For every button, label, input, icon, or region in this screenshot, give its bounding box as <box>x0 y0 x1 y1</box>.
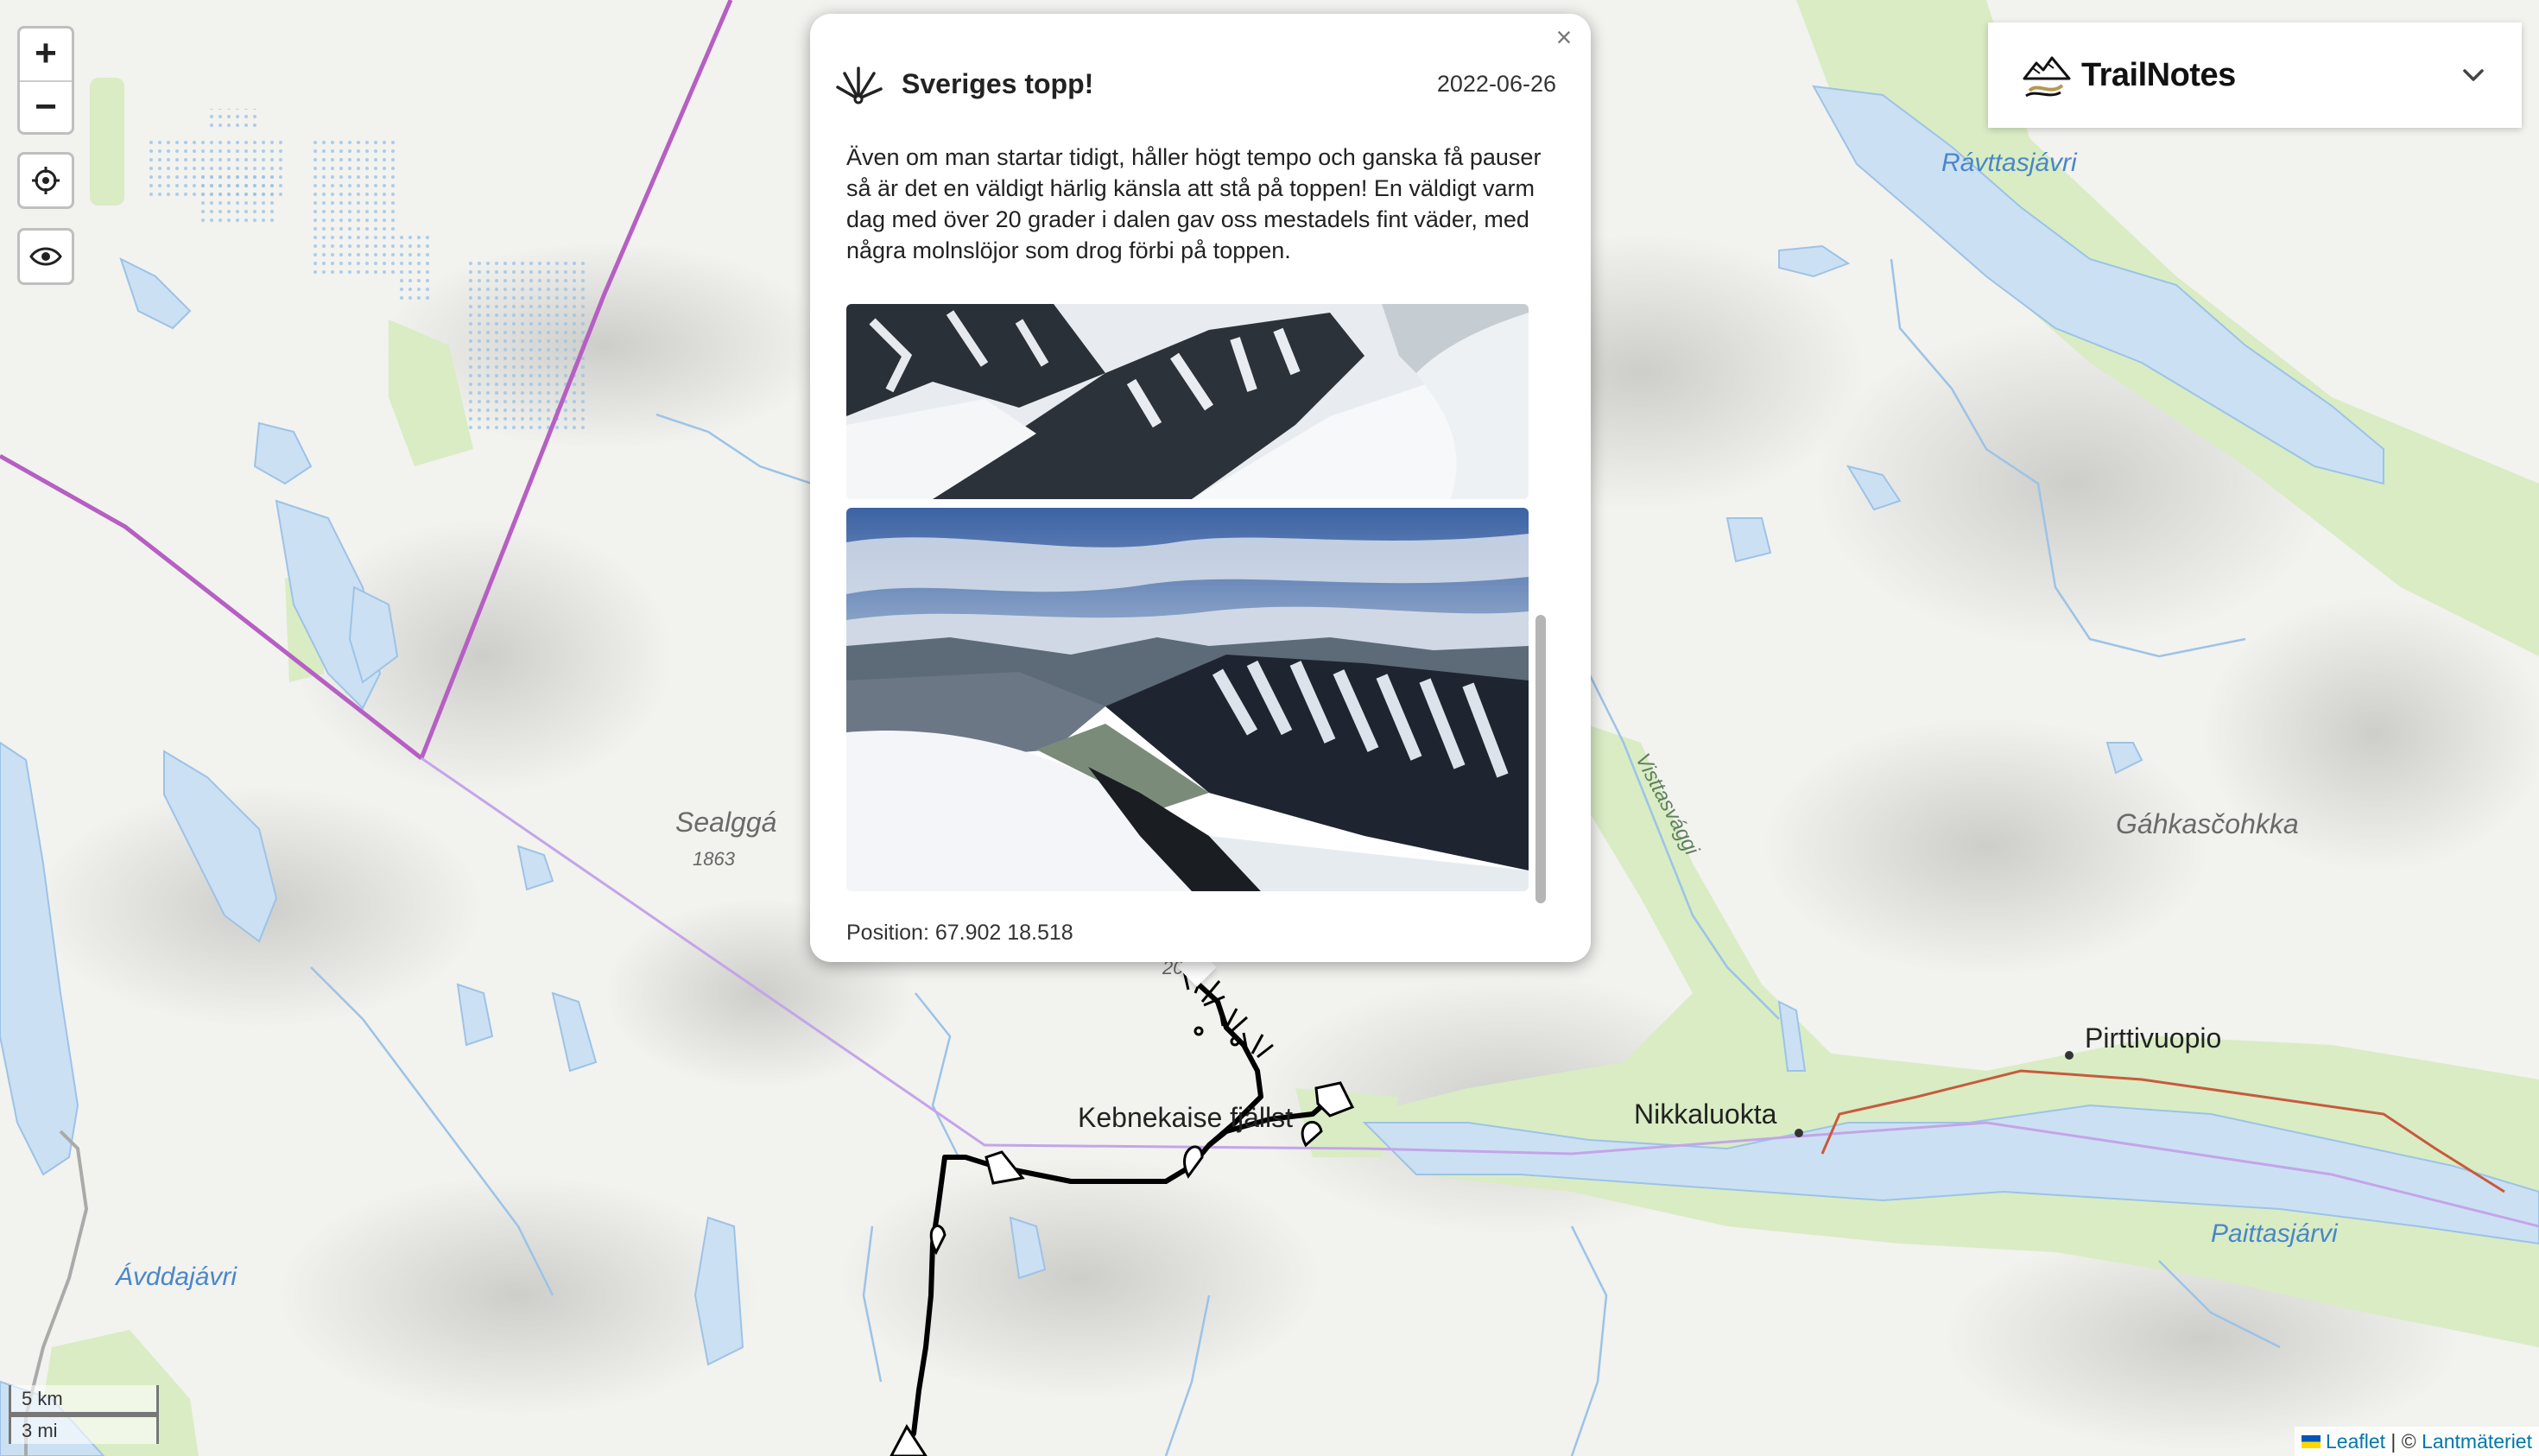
app-panel: TrailNotes <box>1988 22 2522 128</box>
hiker-mountain-icon <box>2023 56 2071 98</box>
visibility-toggle-button[interactable] <box>17 228 74 285</box>
note-popup: × Sveriges topp! 2022-06-26 Även om man … <box>810 14 1591 962</box>
attribution-separator: | © <box>2385 1430 2422 1453</box>
map-attribution: Leaflet | © Lantmäteriet <box>2294 1427 2539 1456</box>
chevron-down-icon[interactable] <box>2458 60 2489 91</box>
zoom-control: + − <box>17 26 74 135</box>
label-sealgga: Sealggá <box>675 807 777 838</box>
label-ravttasjavri: Rávttasjávri <box>1941 149 2077 177</box>
popup-header: Sveriges topp! 2022-06-26 <box>833 55 1556 112</box>
photo-valley-view[interactable] <box>846 508 1529 891</box>
photo-image <box>846 508 1529 891</box>
zoom-out-button[interactable]: − <box>20 80 72 132</box>
photo-mountain-ridge[interactable] <box>846 304 1529 499</box>
crosshair-icon <box>32 167 60 194</box>
label-sealgga-elevation: 1863 <box>693 848 735 870</box>
label-pirttivuopio: Pirttivuopio <box>2085 1022 2222 1054</box>
scale-imperial: 3 mi <box>9 1415 159 1444</box>
scale-metric: 5 km <box>9 1385 159 1415</box>
ukraine-flag-icon <box>2301 1434 2321 1448</box>
photo-gallery[interactable] <box>846 304 1558 905</box>
popup-title: Sveriges topp! <box>902 67 1094 99</box>
popup-date: 2022-06-26 <box>1436 70 1556 97</box>
label-gahkascohkka: Gáhkasčohkka <box>2116 808 2299 839</box>
zoom-in-button[interactable]: + <box>20 28 72 80</box>
map-scale: 5 km 3 mi <box>9 1385 159 1447</box>
photo-image <box>846 304 1529 499</box>
eye-icon <box>29 247 62 266</box>
label-nikkaluokta: Nikkaluokta <box>1634 1098 1777 1130</box>
locate-button[interactable] <box>17 152 74 209</box>
label-paittasjavri: Paittasjárvi <box>2211 1219 2338 1248</box>
popup-position: Position: 67.902 18.518 <box>846 921 1073 945</box>
label-kebnekaise: Kebnekaise fjällst <box>1078 1102 1294 1133</box>
lantmateriet-link[interactable]: Lantmäteriet <box>2422 1427 2532 1456</box>
popup-close-button[interactable]: × <box>1549 22 1579 52</box>
app-title: TrailNotes <box>2081 56 2236 93</box>
scrollbar-thumb[interactable] <box>1535 615 1546 903</box>
leaflet-link[interactable]: Leaflet <box>2326 1427 2385 1456</box>
summit-burst-icon <box>836 66 883 104</box>
label-avddajavri: Ávddajávri <box>116 1263 237 1291</box>
popup-body-text: Även om man startar tidigt, håller högt … <box>846 144 1542 263</box>
gallery-scrollbar[interactable] <box>1532 321 1549 905</box>
